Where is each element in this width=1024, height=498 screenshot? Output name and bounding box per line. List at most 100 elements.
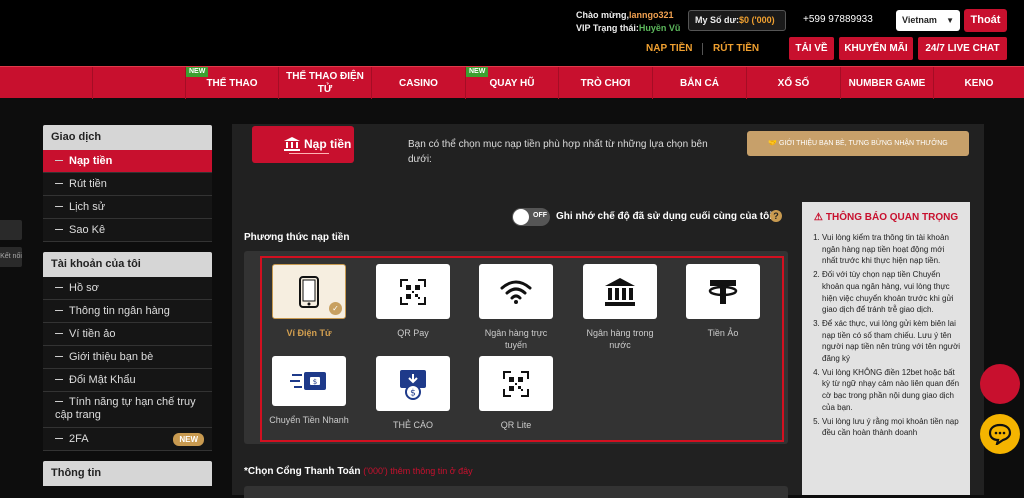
- help-icon[interactable]: ?: [770, 210, 782, 222]
- method-card: $: [376, 356, 450, 411]
- notice-item: Vui lòng kiểm tra thông tin tài khoản ng…: [822, 232, 962, 267]
- live-chat-button[interactable]: 24/7 LIVE CHAT: [918, 37, 1007, 60]
- sidebar-item-self-exclusion[interactable]: Tính năng tự hạn chế truy cập trang: [43, 392, 212, 428]
- method-fast-transfer[interactable]: $ Chuyển Tiền Nhanh: [269, 356, 349, 426]
- sidebar-item-referral[interactable]: Giới thiệu bạn bè: [43, 346, 212, 369]
- qr-code-icon: [503, 370, 529, 397]
- withdraw-link[interactable]: RÚT TIỀN: [713, 43, 759, 54]
- nav-item-lottery[interactable]: XỔ SỐ: [746, 67, 840, 99]
- notice-item: Đối với tùy chọn nạp tiền Chuyển khoản q…: [822, 269, 962, 316]
- sidebar-item-history[interactable]: Lịch sử: [43, 196, 212, 219]
- nav-item-casino[interactable]: CASINO: [371, 67, 465, 99]
- referral-banner[interactable]: 🤝 GIỚI THIỆU BẠN BÈ, TƯNG BỪNG NHẬN THƯỞ…: [747, 131, 969, 156]
- balance-box[interactable]: My Số dư:$0 ('000): [688, 10, 786, 31]
- toggle-state: OFF: [533, 212, 547, 219]
- sidebar-heading: Giao dịch: [43, 125, 212, 150]
- underline: [289, 153, 329, 154]
- new-badge: NEW: [186, 67, 209, 77]
- method-qr-pay[interactable]: QR Pay: [373, 264, 453, 339]
- edge-tab-connect[interactable]: Kết nối: [0, 247, 22, 267]
- sidebar-heading: Thông tin: [43, 461, 212, 486]
- nav-item-fishing[interactable]: BẮN CÁ: [652, 67, 746, 99]
- gateway-select[interactable]: [244, 486, 788, 498]
- nav-label: CASINO: [399, 77, 438, 89]
- method-qr-lite[interactable]: QR Lite: [476, 356, 556, 431]
- deposit-panel: Nạp tiền Bạn có thể chọn mục nạp tiền ph…: [232, 124, 984, 498]
- method-scratch-card[interactable]: $ THẺ CÀO: [373, 356, 453, 431]
- balance-value: $0 ('000): [739, 15, 775, 25]
- remember-label: Ghi nhớ chế độ đã sử dụng cuối cùng của …: [556, 211, 773, 222]
- method-online-banking[interactable]: Ngân hàng trực tuyến: [476, 264, 556, 351]
- method-e-wallet[interactable]: ✓ Ví Điện Tử: [269, 264, 349, 339]
- promotions-button[interactable]: KHUYẾN MÃI: [839, 37, 913, 60]
- sidebar-item-label: 2FA: [69, 433, 89, 445]
- sidebar-item-bank-info[interactable]: Thông tin ngân hàng: [43, 300, 212, 323]
- warning-icon: ⚠: [813, 212, 823, 223]
- sidebar-item-withdraw[interactable]: Rút tiền: [43, 173, 212, 196]
- method-card: [686, 264, 760, 319]
- notice-item: Vui lòng KHÔNG điền 12bet hoặc bất kỳ từ…: [822, 367, 962, 414]
- chat-bubble-button[interactable]: [980, 414, 1020, 454]
- nav-item-number-game[interactable]: NUMBER GAME: [840, 67, 933, 99]
- deposit-title-button[interactable]: Nạp tiền: [252, 126, 354, 163]
- nav-item-keno[interactable]: KENO: [933, 67, 1024, 99]
- sidebar-item-crypto-wallet[interactable]: Ví tiền ảo: [43, 323, 212, 346]
- nav-label: XỔ SỐ: [777, 77, 810, 89]
- method-card: $: [272, 356, 346, 406]
- method-card: ✓: [272, 264, 346, 319]
- referral-label: GIỚI THIỆU BẠN BÈ, TƯNG BỪNG NHẬN THƯỞNG: [778, 140, 948, 147]
- sidebar-item-deposit[interactable]: Nạp tiền: [43, 150, 212, 173]
- phone-icon: [299, 275, 319, 308]
- dash-icon: [55, 309, 63, 311]
- nav-label: BẮN CÁ: [680, 77, 719, 89]
- new-badge: NEW: [466, 67, 489, 77]
- dash-icon: [55, 205, 63, 207]
- sidebar-item-label: Rút tiền: [69, 178, 107, 190]
- dash-icon: [55, 228, 63, 230]
- nav-item-games[interactable]: TRÒ CHƠI: [558, 67, 652, 99]
- gateway-label: *Chọn Cổng Thanh Toán ('000') thêm thông…: [244, 466, 473, 477]
- nav-item-slots[interactable]: NEW QUAY HŨ: [465, 67, 558, 99]
- method-label: Ngân hàng trực tuyến: [484, 328, 548, 350]
- logout-button[interactable]: Thoát: [964, 9, 1007, 32]
- sidebar-item-2fa[interactable]: 2FA NEW: [43, 428, 212, 451]
- language-select[interactable]: Vietnam ▼: [896, 10, 960, 31]
- sidebar-info: Thông tin: [43, 461, 212, 486]
- sidebar-item-statement[interactable]: Sao Kê: [43, 219, 212, 242]
- important-notice: ⚠THÔNG BÁO QUAN TRỌNG Vui lòng kiểm tra …: [802, 202, 970, 495]
- vip-label: VIP Trạng thái:: [576, 23, 639, 33]
- chat-icon: [988, 423, 1012, 445]
- bank-icon: [284, 137, 300, 151]
- nav-item-esports[interactable]: THỂ THAO ĐIỆN TỬ: [278, 67, 371, 99]
- notice-item: Để xác thực, vui lòng gửi kèm biên lai n…: [822, 318, 962, 365]
- dash-icon: [55, 159, 63, 161]
- svg-text:$: $: [410, 388, 416, 398]
- greeting-label: Chào mừng,: [576, 10, 630, 20]
- download-button[interactable]: TẢI VỀ: [789, 37, 834, 60]
- floating-red-button[interactable]: [980, 364, 1020, 404]
- method-label: QR Pay: [397, 328, 429, 338]
- tether-icon: [708, 279, 738, 304]
- nav-item-sports[interactable]: NEW THỂ THAO: [185, 67, 278, 99]
- sidebar-item-label: Tính năng tự hạn chế truy cập trang: [55, 396, 196, 421]
- sidebar-item-profile[interactable]: Hồ sơ: [43, 277, 212, 300]
- notice-title: ⚠ THÔNG BÁO QUAN TRỌNG: [802, 212, 970, 223]
- deposit-link[interactable]: NẠP TIỀN: [646, 43, 693, 54]
- check-icon: ✓: [329, 302, 342, 315]
- method-domestic-bank[interactable]: Ngân hàng trong nước: [580, 264, 660, 351]
- main-nav: NEW THỂ THAO THỂ THAO ĐIỆN TỬ CASINO NEW…: [0, 66, 1024, 99]
- qr-code-icon: [400, 278, 426, 305]
- nav-label: NUMBER GAME: [848, 77, 926, 89]
- edge-tab[interactable]: [0, 220, 22, 240]
- sidebar-item-change-password[interactable]: Đổi Mật Khẩu: [43, 369, 212, 392]
- sidebar-item-label: Thông tin ngân hàng: [69, 305, 170, 317]
- method-card: [376, 264, 450, 319]
- method-card: [479, 264, 553, 319]
- remember-toggle[interactable]: OFF: [512, 208, 550, 226]
- phone-number: +599 97889933: [803, 14, 873, 25]
- notice-title-text: THÔNG BÁO QUAN TRỌNG: [825, 212, 959, 223]
- method-crypto[interactable]: Tiền Ảo: [683, 264, 763, 339]
- dash-icon: [55, 400, 63, 402]
- nav-label: THỂ THAO: [206, 77, 258, 89]
- balance-label: My Số dư:: [695, 15, 740, 25]
